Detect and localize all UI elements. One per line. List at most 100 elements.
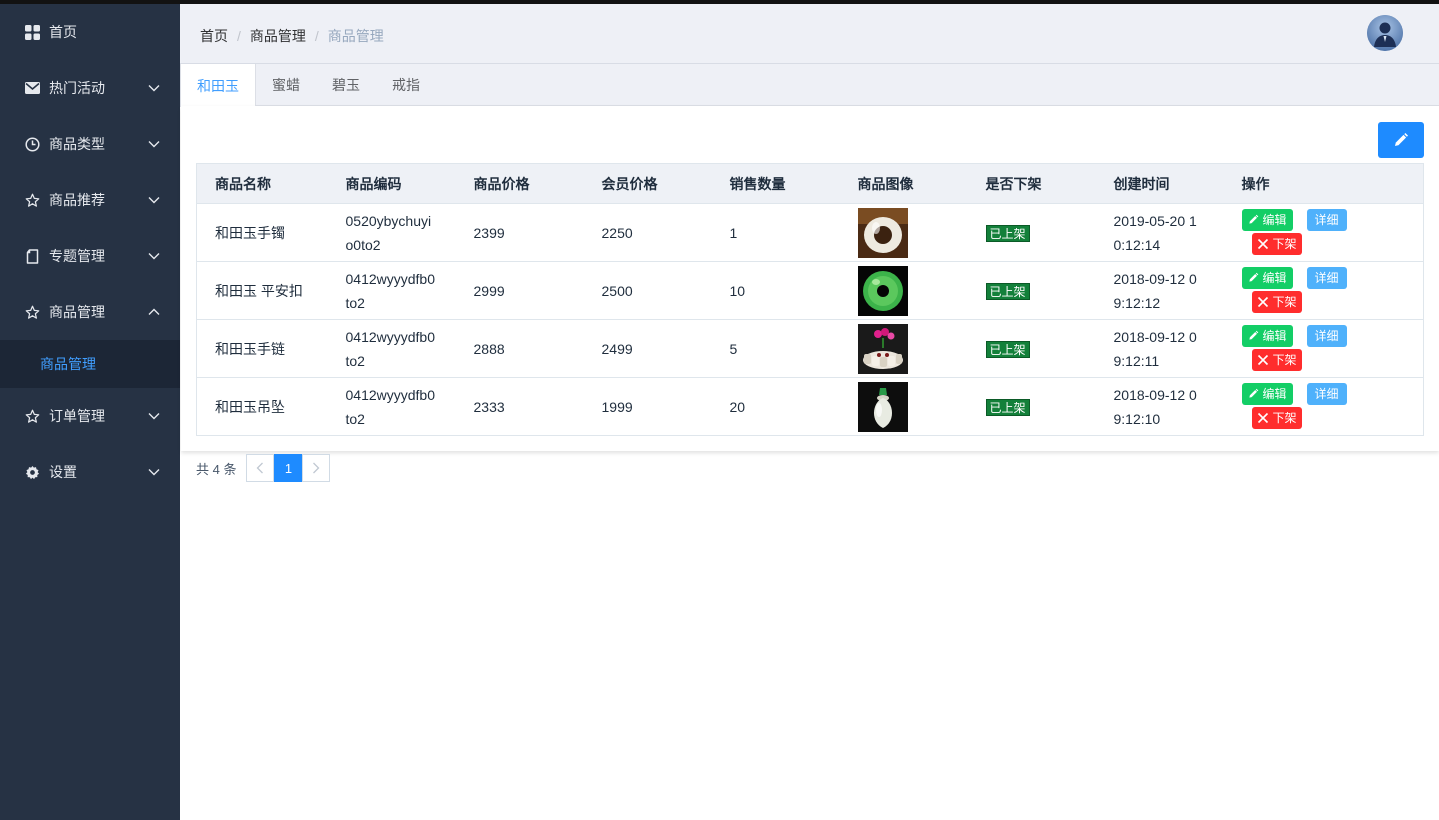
sidebar-subitem-product-manage[interactable]: 商品管理 [0, 340, 180, 388]
column-header[interactable]: 销售数量 [711, 163, 840, 204]
sidebar-item-topic[interactable]: 专题管理 [0, 228, 180, 284]
status-cell: 已上架 [967, 203, 1096, 262]
sidebar-item-label: 商品推荐 [49, 192, 105, 208]
member-price: 2500 [583, 261, 712, 320]
column-header[interactable]: 商品图像 [839, 163, 968, 204]
member-price: 1999 [583, 377, 712, 436]
row-detail-button[interactable]: 详细 [1306, 324, 1347, 347]
table-row[interactable]: 和田玉手镯 0520ybychuyi o0to2 2399 2250 1 已上架 … [196, 203, 1424, 262]
time-line: 2018-09-12 0 [1113, 386, 1197, 403]
tab-jasper[interactable]: 碧玉 [316, 64, 376, 106]
product-table: 商品名称 商品编码 商品价格 会员价格 销售数量 商品图像 是否下架 创建时间 … [196, 163, 1424, 436]
pendant-thumbnail[interactable] [857, 381, 908, 432]
chevron-down-icon [148, 197, 160, 204]
breadcrumb-home[interactable]: 首页 [200, 26, 228, 46]
column-header[interactable]: 是否下架 [967, 163, 1096, 204]
offshelf-label: 下架 [1272, 410, 1297, 425]
created-time: 2018-09-12 0 9:12:12 [1095, 261, 1224, 320]
tab-ring[interactable]: 戒指 [376, 64, 436, 106]
page-number-button[interactable]: 1 [274, 454, 303, 482]
pencil-icon [1395, 133, 1408, 146]
peace-buckle-thumbnail[interactable] [857, 265, 908, 316]
avatar[interactable] [1367, 15, 1403, 51]
chevron-down-icon [148, 469, 160, 476]
column-header[interactable]: 商品价格 [455, 163, 584, 204]
pagination-total: 共 4 条 [196, 461, 237, 477]
tab-bar: 和田玉 蜜蜡 碧玉 戒指 [180, 64, 1439, 107]
product-image-cell [839, 261, 968, 320]
code-line: to2 [345, 294, 365, 311]
user-avatar-icon [1367, 15, 1403, 51]
chevron-down-icon [148, 413, 160, 420]
sidebar-item-order[interactable]: 订单管理 [0, 388, 180, 444]
sidebar: 首页 热门活动 商品类型 商品推荐 专题管理 商品管理 商品管理 订单管理 设置 [0, 4, 180, 820]
bracelet-thumbnail[interactable] [857, 207, 908, 258]
pagination: 共 4 条 1 [196, 454, 331, 482]
sidebar-item-label: 首页 [49, 24, 77, 40]
header: 首页 / 商品管理 / 商品管理 [180, 4, 1439, 64]
breadcrumb-product[interactable]: 商品管理 [250, 26, 306, 46]
row-offshelf-button[interactable]: 下架 [1251, 232, 1302, 255]
sales-count: 20 [711, 377, 840, 436]
breadcrumb: 首页 / 商品管理 / 商品管理 [200, 26, 384, 46]
column-header[interactable]: 商品名称 [196, 163, 328, 204]
product-image-cell [839, 203, 968, 262]
prev-page-button[interactable] [246, 454, 275, 482]
edit-button[interactable] [1378, 122, 1424, 158]
row-offshelf-button[interactable]: 下架 [1251, 406, 1302, 429]
column-header[interactable]: 商品编码 [327, 163, 456, 204]
chevron-down-icon [148, 141, 160, 148]
product-name: 和田玉手镯 [196, 203, 328, 262]
row-edit-button[interactable]: 编辑 [1241, 382, 1293, 405]
row-edit-button[interactable]: 编辑 [1241, 324, 1293, 347]
sidebar-item-label: 商品管理 [49, 304, 105, 320]
close-icon [1257, 296, 1268, 307]
sidebar-item-product-type[interactable]: 商品类型 [0, 116, 180, 172]
sidebar-item-hot-activity[interactable]: 热门活动 [0, 60, 180, 116]
column-header[interactable]: 创建时间 [1095, 163, 1224, 204]
chain-bracelet-thumbnail[interactable] [857, 323, 908, 374]
member-price: 2499 [583, 319, 712, 378]
row-offshelf-button[interactable]: 下架 [1251, 290, 1302, 313]
product-image-cell [839, 319, 968, 378]
code-line: o0to2 [345, 236, 381, 253]
row-edit-button[interactable]: 编辑 [1241, 266, 1293, 289]
code-line: 0412wyyydfb0 [345, 270, 436, 287]
column-header[interactable]: 会员价格 [583, 163, 712, 204]
breadcrumb-current: 商品管理 [327, 28, 384, 44]
offshelf-label: 下架 [1272, 352, 1297, 367]
pencil-icon [1248, 330, 1258, 340]
status-cell: 已上架 [967, 261, 1096, 320]
row-edit-button[interactable]: 编辑 [1241, 208, 1293, 231]
product-price: 2333 [455, 377, 584, 436]
close-icon [1257, 354, 1268, 365]
column-header[interactable]: 操作 [1223, 163, 1424, 204]
tab-beeswax[interactable]: 蜜蜡 [256, 64, 316, 106]
product-price: 2888 [455, 319, 584, 378]
row-detail-button[interactable]: 详细 [1306, 208, 1347, 231]
sidebar-item-recommend[interactable]: 商品推荐 [0, 172, 180, 228]
sidebar-item-product-manage[interactable]: 商品管理 [0, 284, 180, 340]
table-row[interactable]: 和田玉 平安扣 0412wyyydfb0 to2 2999 2500 10 已上架… [196, 261, 1424, 320]
time-line: 9:12:12 [1113, 294, 1161, 311]
dashboard-icon [24, 24, 40, 40]
row-detail-button[interactable]: 详细 [1306, 266, 1347, 289]
sidebar-item-home[interactable]: 首页 [0, 4, 180, 60]
next-page-button[interactable] [302, 454, 331, 482]
row-offshelf-button[interactable]: 下架 [1251, 348, 1302, 371]
sidebar-item-settings[interactable]: 设置 [0, 444, 180, 500]
product-name: 和田玉 平安扣 [196, 261, 328, 320]
created-time: 2018-09-12 0 9:12:11 [1095, 319, 1224, 378]
sidebar-item-label: 热门活动 [49, 80, 105, 96]
edit-label: 编辑 [1262, 328, 1287, 343]
table-row[interactable]: 和田玉吊坠 0412wyyydfb0 to2 2333 1999 20 已上架 2… [196, 377, 1424, 436]
status-cell: 已上架 [967, 377, 1096, 436]
tab-hetian-jade[interactable]: 和田玉 [180, 64, 256, 107]
table-header-row: 商品名称 商品编码 商品价格 会员价格 销售数量 商品图像 是否下架 创建时间 … [196, 163, 1424, 204]
code-line: 0520ybychuyi [345, 212, 432, 229]
row-detail-button[interactable]: 详细 [1306, 382, 1347, 405]
table-row[interactable]: 和田玉手链 0412wyyydfb0 to2 2888 2499 5 已上架 2… [196, 319, 1424, 378]
edit-label: 编辑 [1262, 386, 1287, 401]
chevron-right-icon [313, 462, 320, 474]
created-time: 2018-09-12 0 9:12:10 [1095, 377, 1224, 436]
